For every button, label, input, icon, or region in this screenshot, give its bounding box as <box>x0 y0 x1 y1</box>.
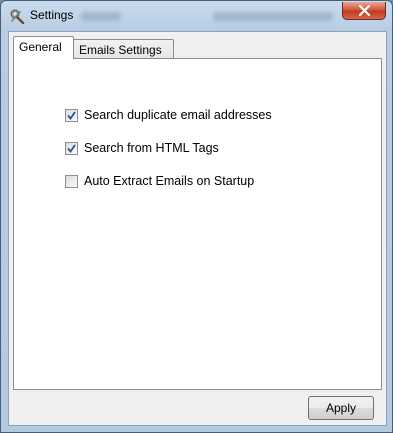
settings-tools-icon <box>9 8 25 25</box>
tab-general[interactable]: General <box>13 36 74 59</box>
window-title: Settings <box>30 8 74 22</box>
search-html-tags-checkbox[interactable] <box>65 142 78 155</box>
close-button[interactable] <box>342 2 386 20</box>
apply-button[interactable]: Apply <box>308 396 374 420</box>
tab-emails-settings[interactable]: Emails Settings <box>73 39 174 60</box>
search-duplicates-checkbox[interactable] <box>65 109 78 122</box>
search-duplicates-label: Search duplicate email addresses <box>84 108 272 122</box>
tab-emails-settings-label: Emails Settings <box>79 43 162 57</box>
general-tab-panel: Search duplicate email addresses Search … <box>13 58 382 390</box>
tab-general-label: General <box>19 40 62 54</box>
title-bar[interactable]: Settings <box>1 1 392 31</box>
settings-window: Settings General Emails Settings Search … <box>0 0 393 433</box>
auto-extract-checkbox[interactable] <box>65 175 78 188</box>
checkmark-icon <box>67 144 76 153</box>
title-blur-decoration <box>213 12 333 21</box>
search-html-tags-label: Search from HTML Tags <box>84 141 219 155</box>
title-blur-decoration <box>81 12 121 21</box>
close-icon <box>358 5 371 16</box>
window-client-area: General Emails Settings Search duplicate… <box>8 31 387 426</box>
checkmark-icon <box>67 111 76 120</box>
auto-extract-label: Auto Extract Emails on Startup <box>84 174 255 188</box>
